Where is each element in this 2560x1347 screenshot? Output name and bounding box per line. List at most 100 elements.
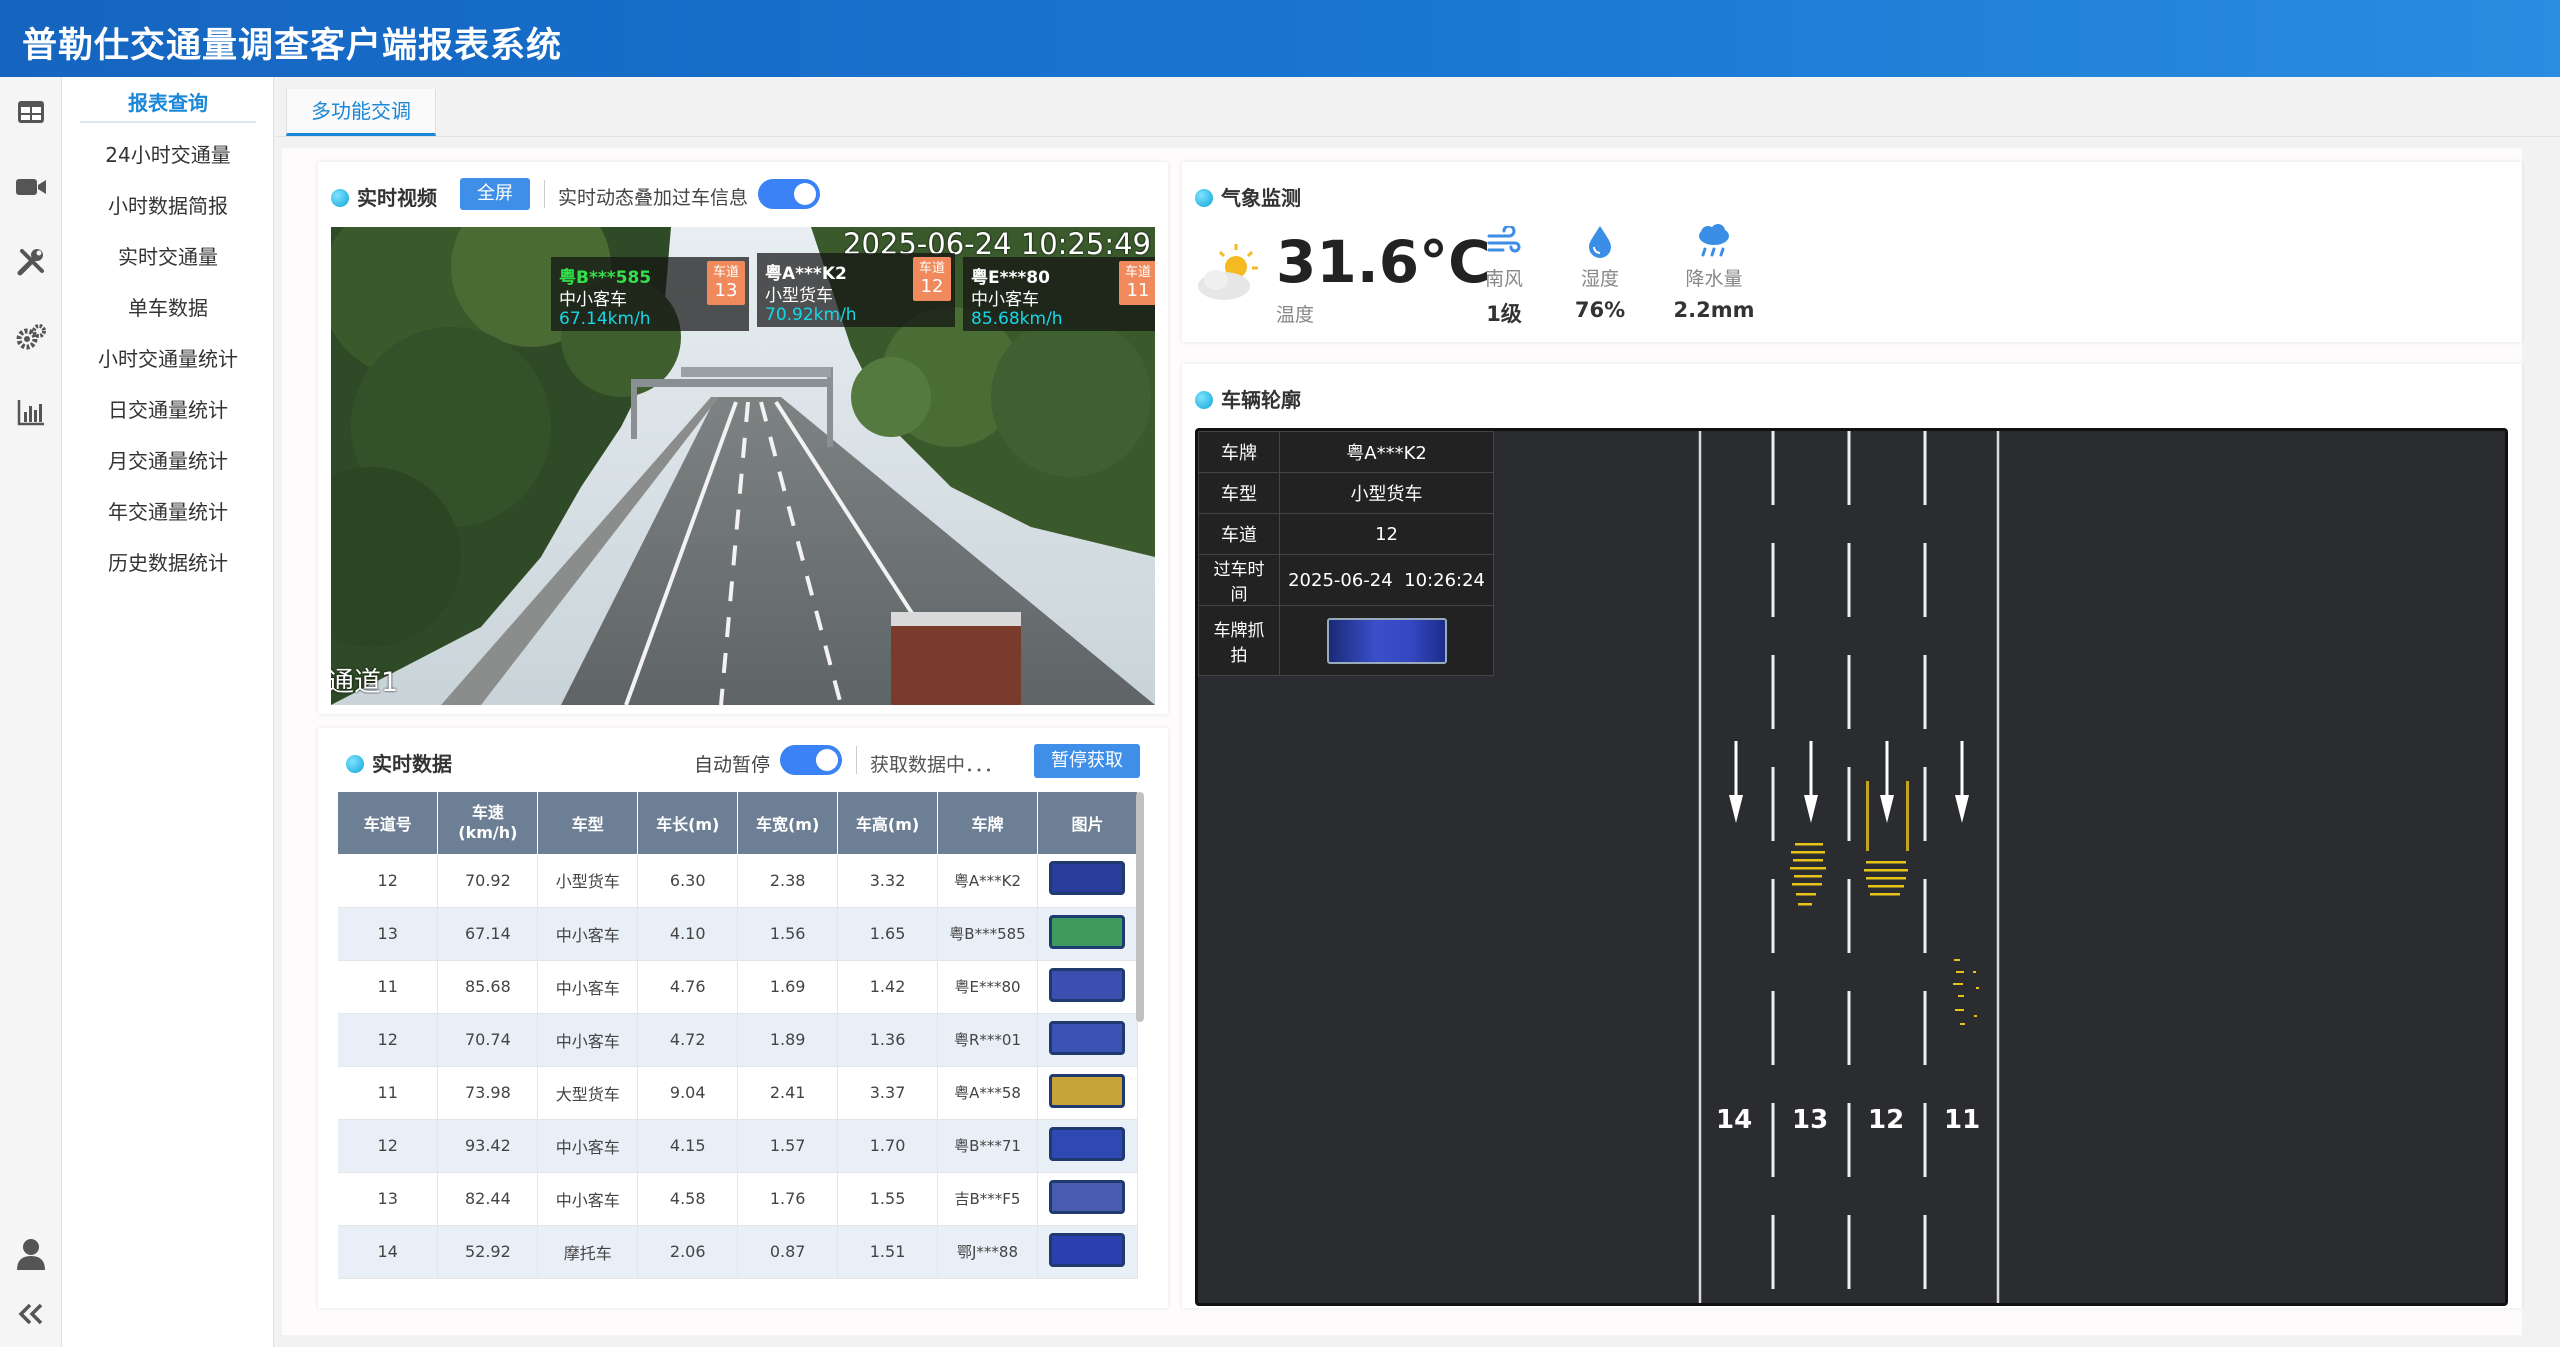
cell-speed: 67.14: [437, 907, 539, 961]
cell-lane: 13: [338, 907, 439, 961]
data-panel-title: 实时数据: [346, 748, 452, 777]
cell-height: 1.70: [837, 1119, 939, 1173]
plate-thumbnail[interactable]: [1049, 861, 1126, 896]
col-speed[interactable]: 车速 (km/h): [437, 792, 539, 854]
temperature-label: 温度: [1276, 304, 1315, 326]
cell-type: 大型货车: [537, 1066, 639, 1120]
menu-item-realtime-volume[interactable]: 实时交通量: [62, 240, 274, 274]
plate-thumbnail[interactable]: [1049, 1179, 1126, 1214]
plate-thumbnail[interactable]: [1049, 1126, 1126, 1161]
pause-fetch-button[interactable]: 暂停获取: [1034, 744, 1140, 778]
cell-speed: 73.98: [437, 1066, 539, 1120]
col-plate[interactable]: 车牌: [937, 792, 1038, 854]
menu-item-single-vehicle[interactable]: 单车数据: [62, 291, 274, 325]
cell-plate: 粤A***58: [937, 1066, 1038, 1120]
chart-icon[interactable]: [14, 397, 48, 431]
settings-icon[interactable]: [14, 322, 48, 356]
menu-item-hourly-brief[interactable]: 小时数据简报: [62, 189, 274, 223]
table-scrollbar[interactable]: [1136, 792, 1144, 1022]
cell-speed: 85.68: [437, 960, 539, 1014]
table-row[interactable]: 11 85.68 中小客车 4.76 1.69 1.42 粤E***80: [338, 960, 1139, 1014]
title-dot-icon: [1195, 188, 1213, 207]
lane-number-11: 11: [1944, 1105, 1981, 1135]
cell-image: [1037, 907, 1139, 961]
col-type[interactable]: 车型: [537, 792, 639, 854]
overlay-speed: 70.92km/h: [765, 305, 857, 325]
cell-height: 1.36: [837, 1013, 939, 1067]
info-key: 车道: [1198, 513, 1281, 555]
menu-item-history-stats[interactable]: 历史数据统计: [62, 546, 274, 580]
tab-multifunction[interactable]: 多功能交调: [286, 89, 436, 136]
overlay-lane-badge: 车道 13: [707, 261, 745, 305]
plate-snapshot-image[interactable]: [1326, 617, 1447, 664]
col-width[interactable]: 车宽(m): [737, 792, 839, 854]
plate-thumbnail[interactable]: [1049, 1073, 1126, 1108]
weather-title-text: 气象监测: [1221, 186, 1301, 210]
data-title-text: 实时数据: [372, 752, 452, 776]
vehicle-overlay-3: 粤E***80 中小客车 85.68km/h 车道 11: [963, 257, 1155, 331]
plate-thumbnail[interactable]: [1049, 1232, 1126, 1267]
plate-thumbnail[interactable]: [1049, 967, 1126, 1002]
side-menu: 报表查询 24小时交通量 小时数据简报 实时交通量 单车数据 小时交通量统计 日…: [62, 77, 274, 1347]
table-row[interactable]: 12 93.42 中小客车 4.15 1.57 1.70 粤B***71: [338, 1119, 1139, 1173]
overlay-lane-label: 车道: [918, 261, 945, 276]
info-key: 车型: [1198, 472, 1281, 514]
menu-item-yearly-stats[interactable]: 年交通量统计: [62, 495, 274, 529]
info-row-type: 车型 小型货车: [1198, 472, 1494, 514]
user-icon[interactable]: [14, 1237, 48, 1271]
overlay-lane-label: 车道: [712, 265, 739, 280]
cell-plate: 粤B***585: [937, 907, 1038, 961]
cell-speed: 93.42: [437, 1119, 539, 1173]
data-table-viewport[interactable]: 车道号 车速 (km/h) 车型 车长(m) 车宽(m) 车高(m) 车牌 图片…: [338, 792, 1144, 1300]
col-height[interactable]: 车高(m): [837, 792, 939, 854]
cell-length: 9.04: [637, 1066, 739, 1120]
live-video[interactable]: 2025-06-24 10:25:49 通道1 粤B***585 中小客车 67…: [331, 227, 1155, 705]
overlay-toggle[interactable]: [758, 179, 820, 209]
video-icon[interactable]: [14, 172, 48, 206]
table-row[interactable]: 12 70.74 中小客车 4.72 1.89 1.36 粤R***01: [338, 1013, 1139, 1067]
cell-type: 中小客车: [537, 960, 639, 1014]
tools-icon[interactable]: [14, 247, 48, 281]
video-panel-title: 实时视频: [331, 182, 437, 211]
vehicle-profile-view[interactable]: 车牌 粤A***K2 车型 小型货车 车道 12 过车时间 2025-06-24 10:…: [1195, 428, 2508, 1306]
col-length[interactable]: 车长(m): [637, 792, 739, 854]
cell-type: 中小客车: [537, 1172, 639, 1226]
plate-thumbnail[interactable]: [1049, 914, 1126, 949]
info-row-time: 过车时间 2025-06-24 10:26:24: [1198, 554, 1494, 606]
table-row[interactable]: 11 73.98 大型货车 9.04 2.41 3.37 粤A***58: [338, 1066, 1139, 1120]
auto-pause-label: 自动暂停: [694, 754, 771, 776]
table-row[interactable]: 12 70.92 小型货车 6.30 2.38 3.32 粤A***K2: [338, 854, 1139, 908]
menu-header[interactable]: 报表查询: [80, 83, 256, 123]
col-lane[interactable]: 车道号: [338, 792, 439, 854]
title-dot-icon: [346, 754, 364, 773]
table-row[interactable]: 14 52.92 摩托车 2.06 0.87 1.51 鄂J***88: [338, 1225, 1139, 1279]
cell-length: 4.15: [637, 1119, 739, 1173]
fullscreen-button[interactable]: 全屏: [460, 178, 530, 210]
table-row[interactable]: 13 67.14 中小客车 4.10 1.56 1.65 粤B***585: [338, 907, 1139, 961]
auto-pause-toggle[interactable]: [780, 745, 842, 775]
table-icon[interactable]: [14, 97, 48, 131]
info-key: 车牌: [1198, 431, 1281, 473]
menu-item-24h-volume[interactable]: 24小时交通量: [62, 138, 274, 172]
menu-item-hourly-stats[interactable]: 小时交通量统计: [62, 342, 274, 376]
plate-thumbnail[interactable]: [1049, 1020, 1126, 1055]
cell-lane: 11: [338, 1066, 439, 1120]
col-image[interactable]: 图片: [1037, 792, 1139, 854]
cell-type: 摩托车: [537, 1225, 639, 1279]
info-value: 粤A***K2: [1279, 431, 1494, 473]
table-header-row: 车道号 车速 (km/h) 车型 车长(m) 车宽(m) 车高(m) 车牌 图片: [338, 792, 1139, 854]
app-title: 普勒仕交通量调查客户端报表系统: [22, 26, 563, 66]
menu-item-daily-stats[interactable]: 日交通量统计: [62, 393, 274, 427]
table-row[interactable]: 13 82.44 中小客车 4.58 1.76 1.55 吉B***F5: [338, 1172, 1139, 1226]
rain-icon: [1696, 224, 1732, 258]
wind-value: 1级: [1486, 302, 1522, 326]
cell-length: 4.72: [637, 1013, 739, 1067]
menu-item-monthly-stats[interactable]: 月交通量统计: [62, 444, 274, 478]
collapse-icon[interactable]: [14, 1299, 48, 1333]
overlay-lane-badge: 车道 12: [913, 257, 951, 301]
divider: [544, 180, 545, 208]
fetch-status: 获取数据中．．．: [870, 754, 1004, 776]
vehicle-overlay-1: 粤B***585 中小客车 67.14km/h 车道 13: [551, 257, 749, 331]
cell-image: [1037, 1225, 1139, 1279]
cell-length: 4.10: [637, 907, 739, 961]
